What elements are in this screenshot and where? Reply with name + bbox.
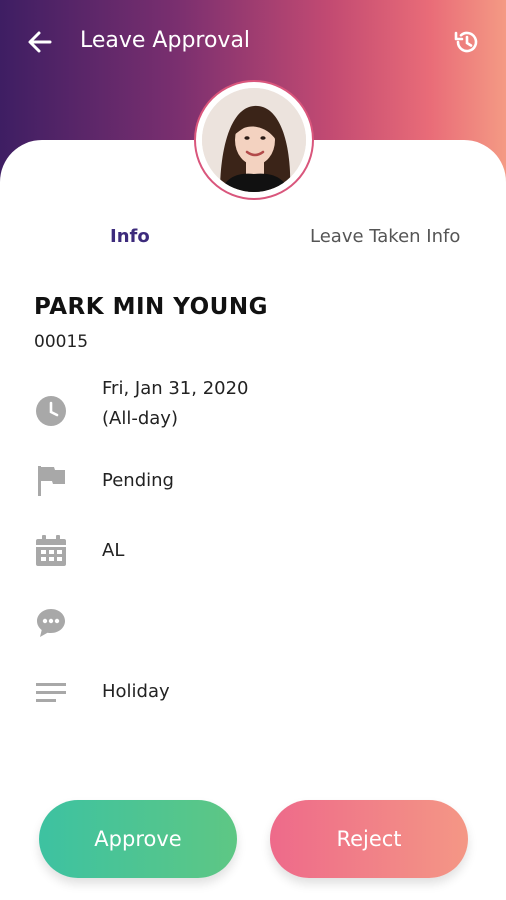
- tab-leave-taken-info[interactable]: Leave Taken Info: [310, 222, 460, 252]
- clock-icon: [34, 394, 68, 428]
- leave-status: Pending: [102, 470, 174, 491]
- leave-duration: (All-day): [102, 408, 178, 429]
- employee-name: PARK MIN YOUNG: [34, 294, 268, 320]
- history-icon[interactable]: [452, 27, 482, 57]
- approve-button[interactable]: Approve: [39, 800, 237, 878]
- page-title: Leave Approval: [80, 28, 251, 53]
- flag-icon: [34, 464, 68, 498]
- avatar-ring: [194, 80, 314, 200]
- notes-icon: [34, 676, 68, 710]
- leave-type: AL: [102, 540, 125, 561]
- reject-button[interactable]: Reject: [270, 800, 468, 878]
- calendar-icon: [34, 534, 68, 568]
- leave-reason: Holiday: [102, 681, 170, 702]
- employee-id: 00015: [34, 332, 89, 352]
- tab-info[interactable]: Info: [110, 222, 150, 252]
- chat-bubble-icon: [34, 606, 68, 640]
- back-arrow-icon[interactable]: [24, 26, 56, 58]
- leave-date: Fri, Jan 31, 2020: [102, 378, 249, 399]
- avatar: [202, 88, 306, 192]
- content-card: [0, 140, 506, 900]
